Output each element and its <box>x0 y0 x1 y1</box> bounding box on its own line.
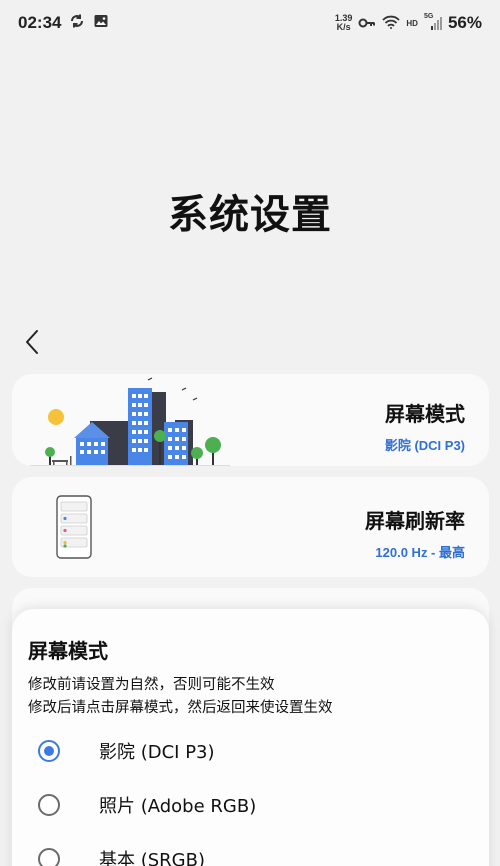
sheet-description: 修改前请设置为自然，否则可能不生效 修改后请点击屏幕模式，然后返回来使设置生效 <box>28 674 333 720</box>
chevron-left-icon <box>26 330 38 354</box>
gallery-icon <box>93 13 109 33</box>
option-photo[interactable]: 照片 (Adobe RGB) <box>26 785 466 825</box>
screen-mode-card[interactable]: 屏幕模式 影院 (DCI P3) <box>12 374 489 466</box>
status-bar: 02:34 1.39 K/s HD 5G 56% <box>0 0 500 46</box>
screen-mode-value: 影院 (DCI P3) <box>384 438 465 453</box>
net-speed: 1.39 K/s <box>335 14 353 32</box>
hd-label: HD <box>406 18 418 28</box>
net-speed-unit: K/s <box>336 22 351 32</box>
option-label: 影院 (DCI P3) <box>99 742 215 763</box>
refresh-rate-card[interactable]: 屏幕刷新率 120.0 Hz - 最高 <box>12 477 489 577</box>
sheet-desc-line-2: 修改后请点击屏幕模式，然后返回来使设置生效 <box>28 700 333 716</box>
sync-icon <box>69 13 85 33</box>
refresh-rate-value: 120.0 Hz - 最高 <box>375 545 465 560</box>
option-basic[interactable]: 基本 (SRGB) <box>26 839 466 866</box>
refresh-rate-title: 屏幕刷新率 <box>365 509 465 533</box>
city-illustration <box>30 377 230 466</box>
wifi-icon <box>382 14 401 33</box>
status-bar-left: 02:34 <box>18 13 109 33</box>
status-bar-right: 1.39 K/s HD 5G 56% <box>335 13 482 33</box>
phone-settings-icon <box>56 495 92 559</box>
sheet-desc-line-1: 修改前请设置为自然，否则可能不生效 <box>28 677 275 693</box>
refresh-rate-text: 屏幕刷新率 120.0 Hz - 最高 <box>365 505 465 561</box>
back-button[interactable] <box>18 326 46 358</box>
option-label: 照片 (Adobe RGB) <box>99 796 257 817</box>
option-cinema[interactable]: 影院 (DCI P3) <box>26 731 466 771</box>
screen-mode-sheet: 屏幕模式 修改前请设置为自然，否则可能不生效 修改后请点击屏幕模式，然后返回来使… <box>12 609 489 866</box>
clock: 02:34 <box>18 13 62 32</box>
radio-button-selected[interactable] <box>38 740 60 762</box>
battery-level: 56% <box>447 13 482 32</box>
option-label: 基本 (SRGB) <box>99 850 205 866</box>
key-icon <box>358 14 376 33</box>
sheet-title: 屏幕模式 <box>28 639 108 663</box>
radio-button[interactable] <box>38 794 60 816</box>
screen-mode-title: 屏幕模式 <box>385 402 465 426</box>
page-title: 系统设置 <box>168 192 332 238</box>
signal-icon: 5G <box>424 13 442 31</box>
radio-button[interactable] <box>38 848 60 866</box>
screen-mode-text: 屏幕模式 影院 (DCI P3) <box>385 398 465 454</box>
